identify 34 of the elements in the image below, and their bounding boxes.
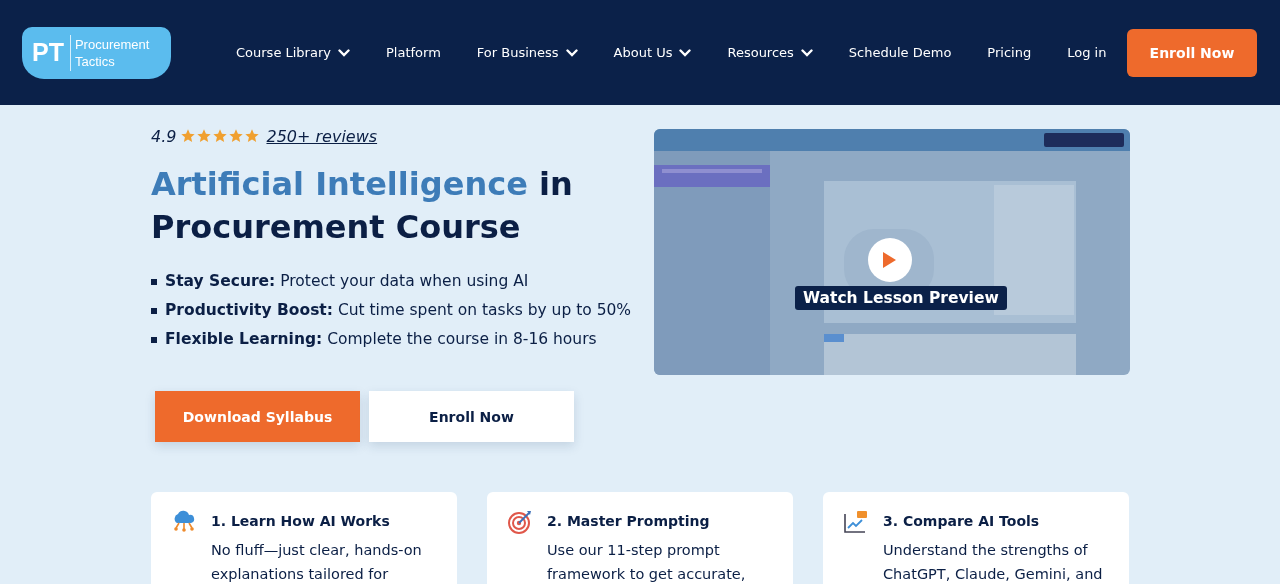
star-icon	[196, 128, 213, 144]
star-icon	[212, 128, 229, 144]
nav-link[interactable]: Platform	[386, 45, 441, 60]
target-icon	[507, 510, 533, 534]
feature-title: 2. Master Prompting	[547, 512, 711, 531]
star-icon	[244, 128, 261, 144]
benefit-text: Productivity Boost: Cut time spent on tasks by up to 50%	[165, 300, 632, 321]
nav-link[interactable]: Pricing	[987, 45, 1032, 60]
cloud-network-icon	[171, 510, 197, 534]
feature-text: Use our 11-step prompt framework to get accurate,	[547, 541, 747, 584]
star-icon	[180, 128, 197, 144]
feature-text: Understand the strengths of ChatGPT, Claude, Gemini, and	[883, 541, 1104, 584]
preview-label: Watch Lesson Preview	[795, 286, 1007, 310]
course-title: Artificial Intelligence in Procurement Course	[151, 164, 574, 248]
benefit-text: Stay Secure: Protect your data when using AI	[165, 271, 529, 292]
play-icon	[881, 251, 897, 269]
nav-link[interactable]: For Business	[476, 45, 578, 60]
rating-score: 4.9	[151, 126, 177, 146]
bullet-icon	[151, 307, 157, 314]
feature-title: 3. Compare AI Tools	[883, 512, 1041, 531]
nav-link[interactable]: Resources	[727, 45, 813, 60]
benefit-text: Flexible Learning: Complete the course in 8-16 hours	[165, 329, 597, 350]
reviews-link[interactable]: 250+ reviews	[266, 126, 378, 146]
feature-title: 1. Learn How AI Works	[211, 512, 391, 531]
feature-text: No fluff—just clear, hands-on explanations tailored for	[211, 541, 423, 584]
chart-icon	[843, 510, 869, 534]
nav-link[interactable]: About Us	[613, 45, 692, 60]
enroll-button[interactable]: Enroll Now	[369, 391, 574, 442]
nav-link[interactable]: Log in	[1067, 45, 1107, 60]
bullet-icon	[151, 336, 157, 343]
nav-link[interactable]: Schedule Demo	[848, 45, 952, 60]
nav-link[interactable]: Course Library	[236, 45, 350, 60]
star-icon	[228, 128, 245, 144]
bullet-icon	[151, 278, 157, 285]
